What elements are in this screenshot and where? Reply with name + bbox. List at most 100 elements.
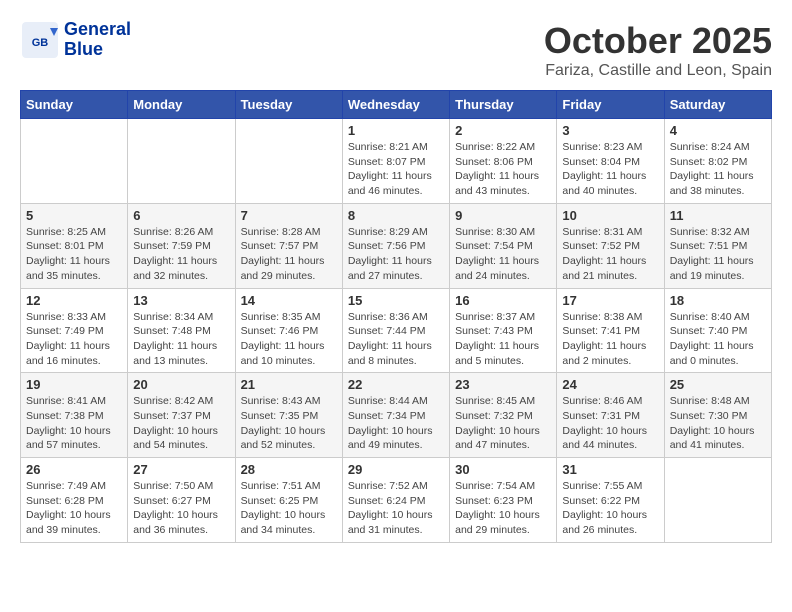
day-info: Sunrise: 8:31 AMSunset: 7:52 PMDaylight:… [562, 225, 658, 284]
calendar-cell: 10 Sunrise: 8:31 AMSunset: 7:52 PMDayligh… [557, 203, 664, 288]
day-number: 19 [26, 377, 122, 392]
day-info: Sunrise: 8:25 AMSunset: 8:01 PMDaylight:… [26, 225, 122, 284]
weekday-header-thursday: Thursday [450, 91, 557, 119]
logo-icon: GB [20, 20, 60, 60]
day-info: Sunrise: 8:36 AMSunset: 7:44 PMDaylight:… [348, 310, 444, 369]
calendar-cell: 26 Sunrise: 7:49 AMSunset: 6:28 PMDayligh… [21, 458, 128, 543]
day-info: Sunrise: 8:41 AMSunset: 7:38 PMDaylight:… [26, 394, 122, 453]
calendar-cell: 23 Sunrise: 8:45 AMSunset: 7:32 PMDayligh… [450, 373, 557, 458]
day-info: Sunrise: 7:51 AMSunset: 6:25 PMDaylight:… [241, 479, 337, 538]
day-number: 21 [241, 377, 337, 392]
day-number: 6 [133, 208, 229, 223]
calendar-cell: 15 Sunrise: 8:36 AMSunset: 7:44 PMDayligh… [342, 288, 449, 373]
calendar-cell: 1Sunrise: 8:21 AMSunset: 8:07 PMDaylight… [342, 119, 449, 204]
calendar-week-row: 5 Sunrise: 8:25 AMSunset: 8:01 PMDaylight… [21, 203, 772, 288]
calendar-cell: 20 Sunrise: 8:42 AMSunset: 7:37 PMDayligh… [128, 373, 235, 458]
day-number: 10 [562, 208, 658, 223]
day-number: 20 [133, 377, 229, 392]
day-number: 26 [26, 462, 122, 477]
weekday-header-wednesday: Wednesday [342, 91, 449, 119]
day-number: 11 [670, 208, 766, 223]
day-info: Sunrise: 7:50 AMSunset: 6:27 PMDaylight:… [133, 479, 229, 538]
calendar-cell: 30 Sunrise: 7:54 AMSunset: 6:23 PMDayligh… [450, 458, 557, 543]
calendar-cell: 9 Sunrise: 8:30 AMSunset: 7:54 PMDaylight… [450, 203, 557, 288]
day-number: 5 [26, 208, 122, 223]
calendar-week-row: 19 Sunrise: 8:41 AMSunset: 7:38 PMDayligh… [21, 373, 772, 458]
day-info: Sunrise: 8:35 AMSunset: 7:46 PMDaylight:… [241, 310, 337, 369]
calendar-cell: 22 Sunrise: 8:44 AMSunset: 7:34 PMDayligh… [342, 373, 449, 458]
logo-line2: Blue [64, 40, 131, 60]
day-number: 15 [348, 293, 444, 308]
calendar-week-row: 1Sunrise: 8:21 AMSunset: 8:07 PMDaylight… [21, 119, 772, 204]
calendar-cell: 14Sunrise: 8:35 AMSunset: 7:46 PMDayligh… [235, 288, 342, 373]
day-info: Sunrise: 8:37 AMSunset: 7:43 PMDaylight:… [455, 310, 551, 369]
day-info: Sunrise: 8:24 AMSunset: 8:02 PMDaylight:… [670, 140, 766, 199]
day-info: Sunrise: 8:45 AMSunset: 7:32 PMDaylight:… [455, 394, 551, 453]
calendar-week-row: 12Sunrise: 8:33 AMSunset: 7:49 PMDayligh… [21, 288, 772, 373]
day-info: Sunrise: 7:54 AMSunset: 6:23 PMDaylight:… [455, 479, 551, 538]
calendar-cell: 27 Sunrise: 7:50 AMSunset: 6:27 PMDayligh… [128, 458, 235, 543]
logo-line1: General [64, 20, 131, 40]
day-info: Sunrise: 8:33 AMSunset: 7:49 PMDaylight:… [26, 310, 122, 369]
weekday-header-friday: Friday [557, 91, 664, 119]
day-info: Sunrise: 8:29 AMSunset: 7:56 PMDaylight:… [348, 225, 444, 284]
title-area: October 2025 Fariza, Castille and Leon, … [544, 20, 772, 80]
calendar-cell: 13Sunrise: 8:34 AMSunset: 7:48 PMDayligh… [128, 288, 235, 373]
day-number: 28 [241, 462, 337, 477]
day-number: 22 [348, 377, 444, 392]
weekday-header-sunday: Sunday [21, 91, 128, 119]
day-info: Sunrise: 8:42 AMSunset: 7:37 PMDaylight:… [133, 394, 229, 453]
calendar-cell: 5 Sunrise: 8:25 AMSunset: 8:01 PMDaylight… [21, 203, 128, 288]
svg-text:GB: GB [32, 37, 49, 49]
calendar-cell: 16 Sunrise: 8:37 AMSunset: 7:43 PMDayligh… [450, 288, 557, 373]
day-number: 27 [133, 462, 229, 477]
day-info: Sunrise: 8:40 AMSunset: 7:40 PMDaylight:… [670, 310, 766, 369]
day-info: Sunrise: 8:32 AMSunset: 7:51 PMDaylight:… [670, 225, 766, 284]
calendar-week-row: 26 Sunrise: 7:49 AMSunset: 6:28 PMDayligh… [21, 458, 772, 543]
day-number: 2 [455, 123, 551, 138]
calendar-cell: 31 Sunrise: 7:55 AMSunset: 6:22 PMDayligh… [557, 458, 664, 543]
calendar-cell: 29Sunrise: 7:52 AMSunset: 6:24 PMDayligh… [342, 458, 449, 543]
day-number: 3 [562, 123, 658, 138]
day-number: 4 [670, 123, 766, 138]
month-title: October 2025 [544, 20, 772, 62]
day-info: Sunrise: 8:30 AMSunset: 7:54 PMDaylight:… [455, 225, 551, 284]
calendar-cell [664, 458, 771, 543]
day-info: Sunrise: 7:55 AMSunset: 6:22 PMDaylight:… [562, 479, 658, 538]
calendar-table: SundayMondayTuesdayWednesdayThursdayFrid… [20, 90, 772, 543]
calendar-cell: 18 Sunrise: 8:40 AMSunset: 7:40 PMDayligh… [664, 288, 771, 373]
calendar-cell [21, 119, 128, 204]
weekday-header-saturday: Saturday [664, 91, 771, 119]
day-info: Sunrise: 8:22 AMSunset: 8:06 PMDaylight:… [455, 140, 551, 199]
day-number: 16 [455, 293, 551, 308]
calendar-cell: 7Sunrise: 8:28 AMSunset: 7:57 PMDaylight… [235, 203, 342, 288]
day-number: 9 [455, 208, 551, 223]
day-number: 31 [562, 462, 658, 477]
day-number: 18 [670, 293, 766, 308]
page-header: GB General Blue October 2025 Fariza, Cas… [20, 20, 772, 80]
calendar-cell: 24Sunrise: 8:46 AMSunset: 7:31 PMDayligh… [557, 373, 664, 458]
calendar-cell: 3Sunrise: 8:23 AMSunset: 8:04 PMDaylight… [557, 119, 664, 204]
day-info: Sunrise: 8:28 AMSunset: 7:57 PMDaylight:… [241, 225, 337, 284]
day-number: 17 [562, 293, 658, 308]
day-number: 25 [670, 377, 766, 392]
day-info: Sunrise: 8:26 AMSunset: 7:59 PMDaylight:… [133, 225, 229, 284]
day-number: 23 [455, 377, 551, 392]
calendar-cell: 12Sunrise: 8:33 AMSunset: 7:49 PMDayligh… [21, 288, 128, 373]
day-info: Sunrise: 7:49 AMSunset: 6:28 PMDaylight:… [26, 479, 122, 538]
day-info: Sunrise: 8:38 AMSunset: 7:41 PMDaylight:… [562, 310, 658, 369]
calendar-cell: 21Sunrise: 8:43 AMSunset: 7:35 PMDayligh… [235, 373, 342, 458]
day-info: Sunrise: 8:44 AMSunset: 7:34 PMDaylight:… [348, 394, 444, 453]
calendar-cell [128, 119, 235, 204]
calendar-cell: 11 Sunrise: 8:32 AMSunset: 7:51 PMDayligh… [664, 203, 771, 288]
calendar-cell: 25 Sunrise: 8:48 AMSunset: 7:30 PMDayligh… [664, 373, 771, 458]
calendar-cell: 8Sunrise: 8:29 AMSunset: 7:56 PMDaylight… [342, 203, 449, 288]
day-info: Sunrise: 8:48 AMSunset: 7:30 PMDaylight:… [670, 394, 766, 453]
location-subtitle: Fariza, Castille and Leon, Spain [544, 62, 772, 80]
day-info: Sunrise: 8:46 AMSunset: 7:31 PMDaylight:… [562, 394, 658, 453]
day-number: 30 [455, 462, 551, 477]
weekday-header-row: SundayMondayTuesdayWednesdayThursdayFrid… [21, 91, 772, 119]
calendar-cell: 6 Sunrise: 8:26 AMSunset: 7:59 PMDaylight… [128, 203, 235, 288]
logo-text: General Blue [64, 20, 131, 60]
calendar-cell: 2 Sunrise: 8:22 AMSunset: 8:06 PMDaylight… [450, 119, 557, 204]
